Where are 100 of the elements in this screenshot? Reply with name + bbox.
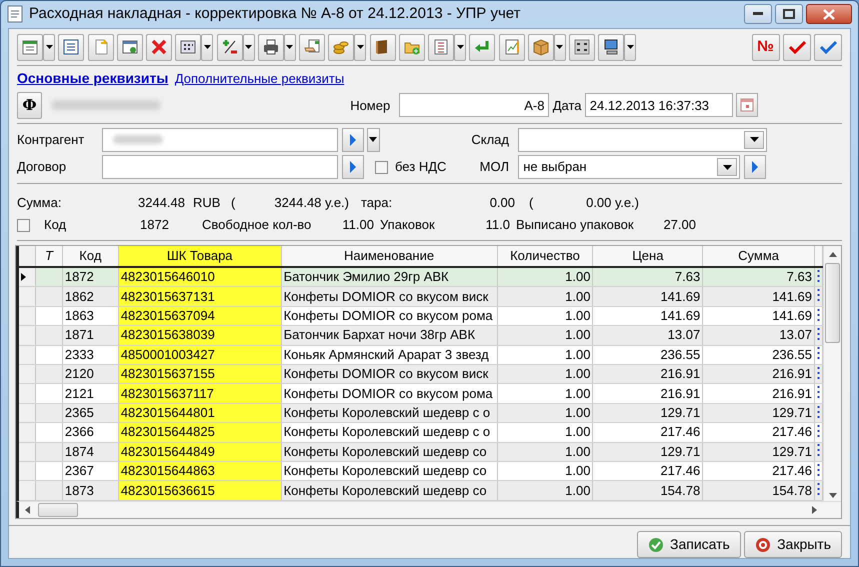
written-packs-label: Выписано упаковок	[516, 216, 635, 234]
caret-icon	[456, 45, 464, 50]
printer-button[interactable]	[258, 34, 284, 61]
table-cell: 1874	[62, 442, 118, 462]
dotted-marker-icon	[816, 406, 820, 421]
redacted-text	[113, 135, 164, 144]
column-header[interactable]: Код	[62, 246, 118, 267]
table-cell: 4823015644825	[118, 422, 282, 442]
number-button[interactable]: №	[752, 34, 780, 61]
new-document-button[interactable]	[88, 34, 114, 61]
warehouse-label: Склад	[470, 131, 509, 149]
org-button[interactable]: Ф	[17, 92, 42, 119]
computer-icon	[602, 38, 620, 56]
column-header[interactable]: Сумма	[702, 246, 814, 267]
calculator-button[interactable]	[175, 34, 202, 61]
tare-value: 0.00	[488, 194, 515, 212]
arrow-left-icon[interactable]	[25, 506, 30, 514]
column-header[interactable]: ШК Товара	[118, 246, 282, 267]
printer-icon	[262, 38, 280, 56]
table-cell: Конфеты Королевский шедевр со	[281, 480, 498, 500]
tab[interactable]: Основные реквизиты	[17, 68, 168, 90]
arrow-up-icon[interactable]	[828, 252, 836, 257]
column-header[interactable]: Наименование	[281, 246, 498, 267]
computer-button[interactable]	[598, 34, 624, 61]
delete-button[interactable]	[146, 34, 172, 61]
number-field[interactable]: А-8	[399, 93, 550, 118]
minimize-button[interactable]	[744, 4, 772, 24]
post-close-button[interactable]	[814, 34, 842, 61]
select-button[interactable]	[744, 155, 766, 179]
currency-label: RUB	[193, 194, 222, 212]
dropdown-button[interactable]	[554, 34, 566, 61]
column-header[interactable]: Количество	[497, 246, 593, 267]
minimize-icon	[752, 12, 762, 16]
list-button[interactable]	[58, 34, 84, 61]
date-field[interactable]: 24.12.2013 16:37:33	[584, 93, 733, 118]
dropdown-button[interactable]	[354, 34, 366, 61]
vertical-scrollbar[interactable]	[823, 246, 841, 501]
horizontal-scrollbar[interactable]	[16, 501, 841, 518]
maximize-button[interactable]	[774, 4, 803, 24]
caret-icon	[722, 164, 732, 170]
contract-label: Договор	[17, 158, 68, 176]
table-cell: 4823015637117	[118, 384, 282, 404]
dropdown-button[interactable]	[744, 130, 764, 149]
dropdown-button[interactable]	[43, 34, 55, 61]
select-button[interactable]	[342, 128, 364, 152]
free-qty-label: Свободное кол-во	[202, 216, 312, 234]
calendar-button[interactable]	[736, 93, 758, 118]
table-cell: 216.91	[702, 384, 814, 404]
table-cell: 7.63	[702, 267, 814, 287]
table-cell: 13.07	[592, 326, 703, 346]
dropdown-button[interactable]	[717, 158, 738, 176]
no-vat-label: без НДС	[395, 158, 446, 176]
dropdown-button[interactable]	[284, 34, 296, 61]
grid-button[interactable]	[569, 34, 595, 61]
mol-select[interactable]: не выбран	[518, 155, 740, 179]
table-cell: 7.63	[592, 267, 703, 287]
checkbox[interactable]	[374, 160, 388, 174]
table-cell: 4823015644801	[118, 403, 282, 423]
table-cell: 4823015637094	[118, 306, 282, 326]
arrow-down-icon[interactable]	[828, 492, 836, 498]
select-button[interactable]	[342, 155, 364, 179]
arrow-right-icon[interactable]	[812, 506, 817, 514]
folder-add-button[interactable]	[398, 34, 425, 61]
box-button[interactable]	[528, 34, 554, 61]
contract-field[interactable]	[102, 155, 338, 179]
table-cell: 4823015644863	[118, 462, 282, 481]
dropdown-button[interactable]	[201, 34, 214, 61]
chart-document-button[interactable]	[498, 34, 524, 61]
dropdown-button[interactable]	[454, 34, 466, 61]
column-header[interactable]: Цена	[592, 246, 703, 267]
dropdown-button[interactable]	[366, 128, 380, 152]
table-cell: 1.00	[497, 384, 593, 404]
calendar-list-button[interactable]	[17, 34, 43, 61]
scrollbar-thumb[interactable]	[38, 503, 78, 517]
paren-text: (	[529, 194, 534, 212]
column-header[interactable]: T	[35, 246, 62, 267]
arrow-right-icon	[348, 160, 356, 174]
plus-minus-button[interactable]	[216, 34, 242, 61]
tab[interactable]: Дополнительные реквизиты	[174, 69, 344, 88]
dropdown-button[interactable]	[624, 34, 636, 61]
dotted-marker-icon	[816, 366, 820, 382]
post-button[interactable]	[782, 34, 811, 61]
close-button[interactable]: Закрыть	[744, 531, 842, 558]
coins-button[interactable]	[328, 34, 354, 61]
list-document-button[interactable]	[428, 34, 454, 61]
close-button[interactable]	[806, 4, 852, 24]
window-button[interactable]	[116, 34, 143, 61]
maximize-icon	[782, 9, 795, 20]
book-button[interactable]	[370, 34, 396, 61]
packs-label: Упаковок	[380, 216, 436, 234]
checkbox[interactable]	[17, 218, 30, 232]
save-button[interactable]: Записать	[637, 531, 741, 558]
counterparty-field[interactable]	[102, 128, 338, 152]
scrollbar-thumb[interactable]	[825, 263, 840, 343]
dropdown-button[interactable]	[242, 34, 254, 61]
mol-value: не выбран	[523, 158, 587, 176]
table-cell: 4823015637155	[118, 364, 282, 384]
caret-icon	[750, 137, 759, 142]
table-cell: 4823015636615	[118, 480, 282, 500]
hand-document-button[interactable]	[299, 34, 325, 61]
